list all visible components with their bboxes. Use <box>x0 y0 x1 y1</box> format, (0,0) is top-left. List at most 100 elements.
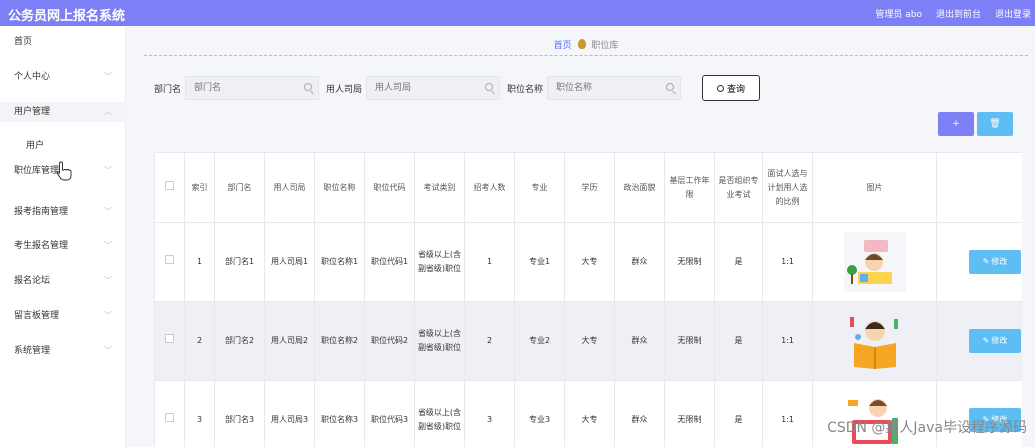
select-all-checkbox[interactable] <box>165 180 174 190</box>
actions-header <box>936 152 1022 223</box>
sidebar-item-profile[interactable]: 个人中心 ﹀ <box>0 67 126 87</box>
table-cell: 职位名称3 <box>314 380 365 447</box>
bureau-search-input[interactable] <box>367 77 500 99</box>
chevron-down-icon: ﹀ <box>104 207 112 216</box>
search-bar: 部门名 用人司局 职位名称 查询 <box>154 75 761 101</box>
position-image <box>843 232 906 292</box>
table-cell: 部门名3 <box>214 380 265 447</box>
table-cell: 1:1 <box>762 222 813 302</box>
table-cell: 群众 <box>614 380 665 447</box>
position-search-field <box>547 76 682 100</box>
actions-cell: ✎ 修改 <box>936 301 1022 381</box>
row-checkbox-cell <box>154 380 185 447</box>
row-checkbox[interactable] <box>165 334 174 343</box>
dept-label: 部门名 <box>154 84 182 95</box>
position-search-input[interactable] <box>548 77 681 99</box>
row-checkbox-cell <box>154 222 185 302</box>
position-image <box>843 311 906 371</box>
sidebar-item-registration[interactable]: 考生报名管理 ﹀ <box>0 236 126 256</box>
add-button[interactable]: + <box>938 112 974 136</box>
table-cell: 职位代码1 <box>364 222 415 302</box>
position-label: 职位名称 <box>507 84 544 95</box>
search-icon <box>717 84 725 92</box>
sidebar-item-label: 报考指南管理 <box>14 207 69 217</box>
admin-user: 管理员 abo <box>875 10 922 20</box>
query-button[interactable]: 查询 <box>702 75 761 101</box>
column-header: 基层工作年限 <box>664 152 715 223</box>
table-cell: 部门名1 <box>214 222 265 302</box>
row-checkbox[interactable] <box>165 413 174 422</box>
main-content: 首页 职位库 部门名 用人司局 职位名称 查询 + 🗑 <box>126 26 1035 447</box>
sidebar-item-system[interactable]: 系统管理 ﹀ <box>0 341 126 361</box>
image-cell <box>812 301 937 381</box>
table-cell: 用人司局3 <box>264 380 315 447</box>
table-cell: 是 <box>714 301 763 381</box>
chevron-down-icon: ﹀ <box>104 166 112 175</box>
column-header: 图片 <box>812 152 937 223</box>
sidebar-item-home[interactable]: 首页 <box>0 32 126 52</box>
actions-cell: ✎ 修改 <box>936 222 1022 302</box>
table-cell: 3 <box>184 380 215 447</box>
column-header: 专业 <box>514 152 565 223</box>
table-cell: 群众 <box>614 301 665 381</box>
edit-icon: ✎ <box>982 257 990 266</box>
dept-search-input[interactable] <box>186 77 319 99</box>
table-cell: 2 <box>464 301 515 381</box>
top-bar: 公务员网上报名系统 管理员 abo 退出到前台 退出登录 <box>0 0 1035 26</box>
column-header: 部门名 <box>214 152 265 223</box>
edit-icon: ✎ <box>982 336 990 345</box>
chevron-down-icon: ﹀ <box>104 346 112 355</box>
table-cell: 专业3 <box>514 380 565 447</box>
search-icon <box>485 83 494 91</box>
column-header: 政治面貌 <box>614 152 665 223</box>
chevron-down-icon: ﹀ <box>104 72 112 81</box>
table-cell: 3 <box>464 380 515 447</box>
table-cell: 1:1 <box>762 380 813 447</box>
sidebar: 首页 个人中心 ﹀ 用户管理 ︿ 用户 职位库管理 ﹀ 报考指南管理 ﹀ 考生报名管理 ﹀… <box>0 26 126 447</box>
sidebar-subitem-user[interactable]: 用户 <box>26 138 44 151</box>
edit-button-label: 修改 <box>991 257 1008 266</box>
sidebar-item-user-management[interactable]: 用户管理 ︿ <box>0 102 126 122</box>
sidebar-item-position-library[interactable]: 职位库管理 ﹀ <box>0 161 126 181</box>
table-cell: 是 <box>714 380 763 447</box>
table-cell: 职位代码2 <box>364 301 415 381</box>
sidebar-item-label: 首页 <box>14 37 33 47</box>
chevron-up-icon: ︿ <box>104 107 112 116</box>
sidebar-item-label: 用户管理 <box>14 107 51 117</box>
breadcrumb-home[interactable]: 首页 <box>554 41 572 51</box>
breadcrumb: 首页 职位库 <box>144 34 1028 56</box>
table-header-row: 索引 部门名 用人司局 职位名称 职位代码 考试类别 招考人数 专业 学历 政治… <box>154 152 1022 223</box>
actions-cell: ✎ 修改 <box>936 380 1022 447</box>
back-to-frontend-link[interactable]: 退出到前台 <box>936 7 981 20</box>
bureau-label: 用人司局 <box>326 84 363 95</box>
table-cell: 专业2 <box>514 301 565 381</box>
position-table: 索引 部门名 用人司局 职位名称 职位代码 考试类别 招考人数 专业 学历 政治… <box>154 152 1022 447</box>
row-checkbox[interactable] <box>165 255 174 264</box>
watermark: CSDN @嘉人Java毕设程序源码 <box>827 420 1027 436</box>
table-cell: 职位名称2 <box>314 301 365 381</box>
dept-search-field <box>185 76 320 100</box>
trash-icon: 🗑 <box>989 119 1001 129</box>
chevron-down-icon: ﹀ <box>104 241 112 250</box>
table-row: 2 部门名2 用人司局2 职位名称2 职位代码2 省级以上(含副省级)职位 2 … <box>154 301 1022 381</box>
bureau-search-field <box>366 76 501 100</box>
search-icon <box>666 83 675 91</box>
sidebar-item-message-board[interactable]: 留言板管理 ﹀ <box>0 306 126 326</box>
sidebar-item-label: 留言板管理 <box>14 311 60 321</box>
table-cell: 1 <box>184 222 215 302</box>
table-cell: 省级以上(含副省级)职位 <box>414 380 465 447</box>
sidebar-item-guide[interactable]: 报考指南管理 ﹀ <box>0 202 126 222</box>
edit-button[interactable]: ✎ 修改 <box>969 329 1021 353</box>
sidebar-item-forum[interactable]: 报名论坛 ﹀ <box>0 271 126 291</box>
logout-link[interactable]: 退出登录 <box>995 7 1031 20</box>
table-cell: 是 <box>714 222 763 302</box>
app-title: 公务员网上报名系统 <box>8 9 126 24</box>
table-cell: 无限制 <box>664 301 715 381</box>
chevron-down-icon: ﹀ <box>104 311 112 320</box>
sidebar-item-label: 报名论坛 <box>14 276 51 286</box>
column-header: 用人司局 <box>264 152 315 223</box>
delete-button[interactable]: 🗑 <box>977 112 1013 136</box>
table-cell: 省级以上(含副省级)职位 <box>414 301 465 381</box>
breadcrumb-current: 职位库 <box>591 41 619 51</box>
edit-button[interactable]: ✎ 修改 <box>969 250 1021 274</box>
